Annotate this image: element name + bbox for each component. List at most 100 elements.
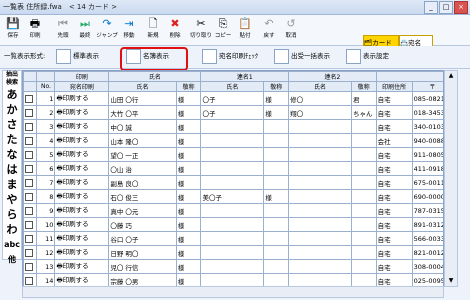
cell-k2[interactable] [263, 175, 290, 190]
header-print-address[interactable]: 印刷住所 [375, 81, 413, 92]
cell-k2[interactable] [263, 147, 290, 162]
cell-k3[interactable] [350, 189, 377, 204]
cell-addr[interactable]: 自宅 [375, 175, 413, 190]
jump-button[interactable]: ↷ ジャンプ [96, 17, 118, 43]
cell-addr[interactable]: 自宅 [375, 203, 413, 218]
row-checkbox[interactable] [23, 147, 38, 162]
index-a[interactable]: あ [3, 87, 21, 102]
checkbox-icon[interactable] [25, 220, 33, 229]
cell-zip[interactable]: 308-0004 [411, 259, 443, 274]
cell-r2[interactable] [288, 259, 352, 274]
cell-r1[interactable] [200, 217, 265, 232]
checkbox-icon[interactable] [25, 108, 33, 117]
cell-r1[interactable] [200, 161, 265, 176]
cell-k1[interactable]: 様 [175, 91, 202, 106]
header-joint2-name[interactable]: 氏名 [288, 81, 352, 92]
cell-zip[interactable]: 787-0315 [411, 203, 443, 218]
cell-r1[interactable] [200, 147, 265, 162]
row-checkbox[interactable] [23, 203, 38, 218]
checkbox-icon[interactable] [25, 136, 33, 145]
cell-name[interactable]: 真中 〇元 [108, 203, 177, 218]
cell-name[interactable]: 大竹 〇平 [108, 105, 177, 120]
scroll-up-icon[interactable]: ▲ [445, 71, 457, 81]
row-checkbox[interactable] [23, 91, 38, 106]
cell-r1[interactable] [200, 203, 265, 218]
cell-r1[interactable] [200, 245, 265, 260]
cell-print[interactable]: 🖶印刷する [54, 203, 110, 218]
cell-r2[interactable] [288, 203, 352, 218]
move-button[interactable]: ⇥ 移動 [118, 17, 140, 43]
header-joint1-name[interactable]: 氏名 [200, 81, 265, 92]
cell-k3[interactable] [350, 175, 377, 190]
index-abc[interactable]: abc [3, 237, 21, 252]
cell-k1[interactable]: 様 [175, 175, 202, 190]
header-name[interactable]: 氏名 [108, 81, 177, 92]
index-na[interactable]: な [3, 147, 21, 162]
cell-k1[interactable]: 様 [175, 231, 202, 246]
cell-name[interactable]: 宗藤 〇男 [108, 273, 177, 286]
cell-k3[interactable]: ちゃん [350, 105, 377, 120]
cell-name[interactable]: 日野 明〇 [108, 245, 177, 260]
checkbox-icon[interactable] [25, 206, 33, 215]
cell-k2[interactable] [263, 203, 290, 218]
cell-addr[interactable]: 自宅 [375, 231, 413, 246]
cell-r2[interactable] [288, 245, 352, 260]
index-ya[interactable]: や [3, 192, 21, 207]
last-button[interactable]: ⏭ 最終 [74, 17, 96, 43]
cell-k2[interactable] [263, 245, 290, 260]
cell-zip[interactable]: 340-0103 [411, 119, 443, 134]
cell-r1[interactable] [200, 133, 265, 148]
header-print[interactable]: 宛名印刷 [54, 81, 110, 92]
checkbox-icon[interactable] [25, 276, 33, 285]
table-row[interactable]: 11🖶印刷する谷口 〇子様自宅566-0033大阪府摂津 [23, 231, 443, 246]
cell-r2[interactable] [288, 217, 352, 232]
table-row[interactable]: 12🖶印刷する日野 明〇様自宅821-0012福岡県嘉麻 [23, 245, 443, 260]
cell-print[interactable]: 🖶印刷する [54, 119, 110, 134]
cell-print[interactable]: 🖶印刷する [54, 105, 110, 120]
cell-print[interactable]: 🖶印刷する [54, 161, 110, 176]
cell-k1[interactable]: 様 [175, 147, 202, 162]
table-row[interactable]: 4🖶印刷する山本 隆〇様会社940-0088新潟県長岡 [23, 133, 443, 148]
row-checkbox[interactable] [23, 189, 38, 204]
table-row[interactable]: 10🖶印刷する〇藤 巧様自宅891-0312鹿児島県指 [23, 217, 443, 232]
cell-name[interactable]: 中〇 誠 [108, 119, 177, 134]
cell-r1[interactable] [200, 231, 265, 246]
cell-k2[interactable] [263, 217, 290, 232]
outgoing-view-button[interactable]: 出受一括表示 [274, 48, 330, 65]
cell-r1[interactable]: 美〇子 [200, 189, 265, 204]
header-zip[interactable]: 〒 [411, 81, 443, 92]
index-ra[interactable]: ら [3, 207, 21, 222]
cell-r1[interactable]: 〇子 [200, 91, 265, 106]
table-row[interactable]: 2🖶印刷する大竹 〇平様〇子様翔〇ちゃん自宅018-3453秋田県北秋 [23, 105, 443, 120]
print-button[interactable]: 🖶 印刷 [24, 17, 46, 43]
cell-name[interactable]: 山本 隆〇 [108, 133, 177, 148]
cell-k1[interactable]: 様 [175, 133, 202, 148]
cell-print[interactable]: 🖶印刷する [54, 273, 110, 286]
display-settings-button[interactable]: 表示設定 [346, 48, 389, 65]
cell-k2[interactable] [263, 161, 290, 176]
cell-zip[interactable]: 411-0918 [411, 161, 443, 176]
cell-print[interactable]: 🖶印刷する [54, 91, 110, 106]
cell-print[interactable]: 🖶印刷する [54, 217, 110, 232]
cell-print[interactable]: 🖶印刷する [54, 175, 110, 190]
cell-addr[interactable]: 自宅 [375, 147, 413, 162]
cell-print[interactable]: 🖶印刷する [54, 231, 110, 246]
address-print-check-button[interactable]: 宛名印刷ﾁｪｯｸ [202, 48, 258, 65]
cell-zip[interactable]: 911-0805 [411, 147, 443, 162]
cell-print[interactable]: 🖶印刷する [54, 189, 110, 204]
index-ha[interactable]: は [3, 162, 21, 177]
cell-k3[interactable] [350, 217, 377, 232]
cell-k3[interactable] [350, 231, 377, 246]
save-button[interactable]: 💾 保存 [2, 17, 24, 43]
cell-k2[interactable] [263, 259, 290, 274]
cell-k3[interactable] [350, 245, 377, 260]
table-row[interactable]: 14🖶印刷する宗藤 〇男様自宅025-0095岩手県花巻 [23, 273, 443, 286]
checkbox-icon[interactable] [25, 94, 33, 103]
cell-k3[interactable] [350, 273, 377, 286]
cell-r2[interactable] [288, 189, 352, 204]
checkbox-icon[interactable] [25, 262, 33, 271]
cell-zip[interactable]: 675-0011 [411, 175, 443, 190]
copy-button[interactable]: ⎘ コピー [212, 17, 234, 43]
cell-addr[interactable]: 自宅 [375, 105, 413, 120]
cell-name[interactable]: 石〇 俊三 [108, 189, 177, 204]
